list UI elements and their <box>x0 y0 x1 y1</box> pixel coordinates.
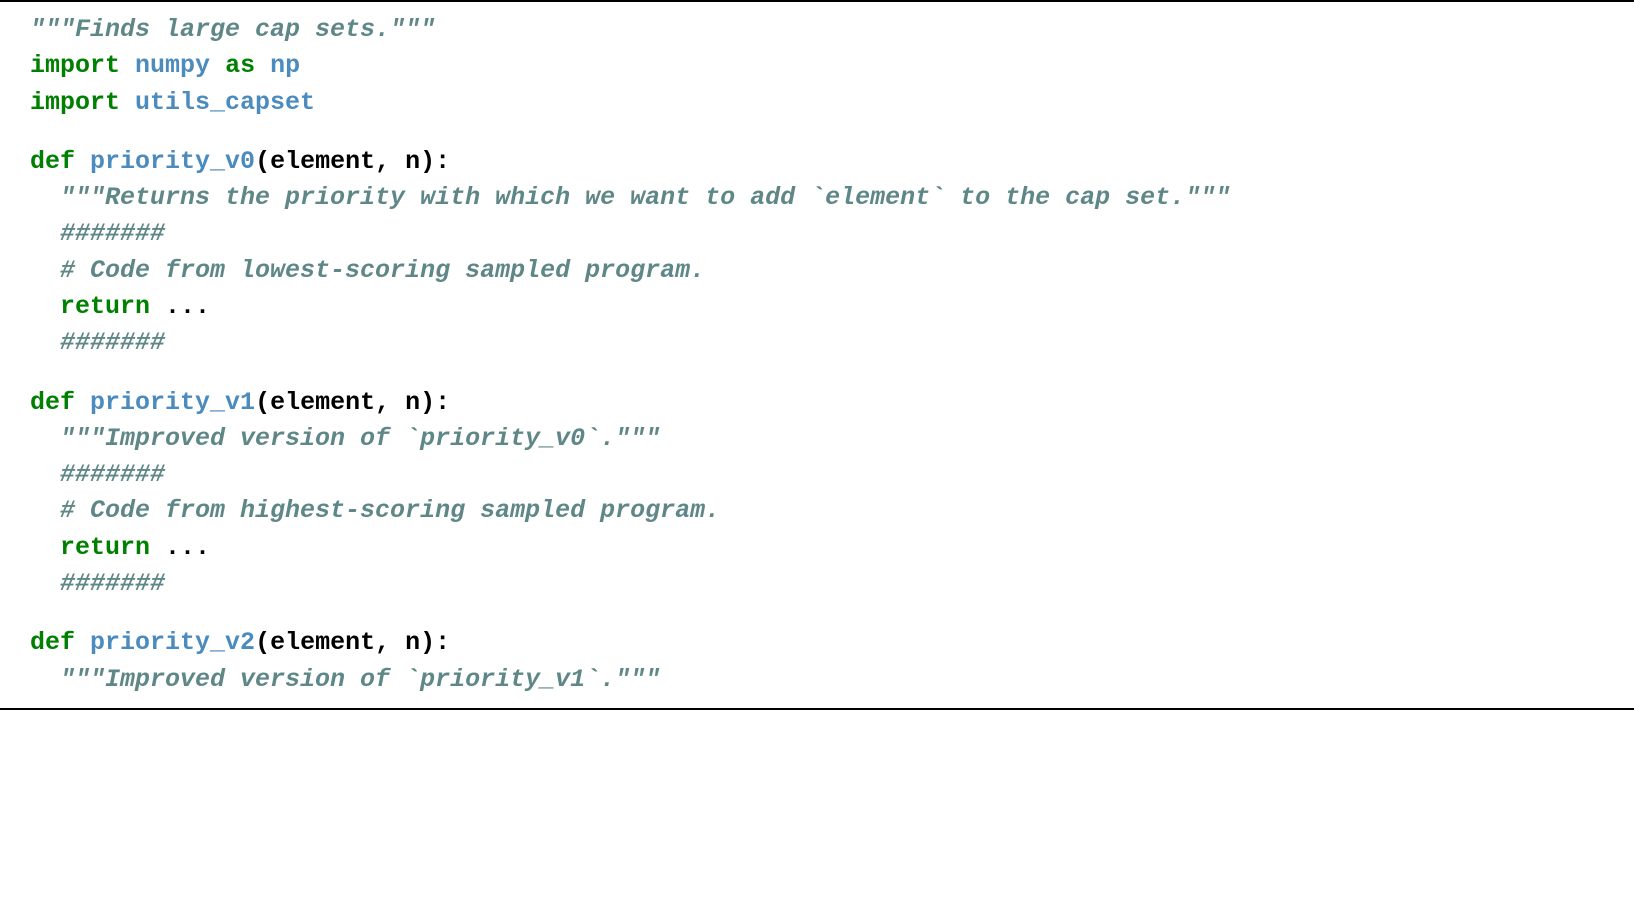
keyword-return: return <box>60 292 150 321</box>
code-line: ####### <box>30 457 1604 493</box>
code-line: return ... <box>30 289 1604 325</box>
indent <box>30 533 60 562</box>
keyword-as: as <box>225 51 255 80</box>
module-name: utils_capset <box>135 88 315 117</box>
keyword-import: import <box>30 88 120 117</box>
docstring: """Improved version of `priority_v1`.""" <box>30 665 660 694</box>
code-line: return ... <box>30 530 1604 566</box>
comment: # Code from highest-scoring sampled prog… <box>30 496 720 525</box>
blank-line <box>30 361 1604 384</box>
comment: ####### <box>30 219 165 248</box>
function-name: priority_v0 <box>90 147 255 176</box>
blank-line <box>30 602 1604 625</box>
code-line: """Improved version of `priority_v1`.""" <box>30 662 1604 698</box>
keyword-import: import <box>30 51 120 80</box>
code-line: import numpy as np <box>30 48 1604 84</box>
module-alias: np <box>270 51 300 80</box>
function-name: priority_v1 <box>90 388 255 417</box>
code-line: ####### <box>30 325 1604 361</box>
code-line: def priority_v0(element, n): <box>30 144 1604 180</box>
return-value: ... <box>150 533 210 562</box>
keyword-def: def <box>30 388 75 417</box>
function-name: priority_v2 <box>90 628 255 657</box>
return-value: ... <box>150 292 210 321</box>
docstring: """Returns the priority with which we wa… <box>30 183 1230 212</box>
comment: ####### <box>30 569 165 598</box>
comment: # Code from lowest-scoring sampled progr… <box>30 256 705 285</box>
function-args: (element, n): <box>255 147 450 176</box>
keyword-def: def <box>30 628 75 657</box>
code-line: def priority_v1(element, n): <box>30 385 1604 421</box>
indent <box>30 292 60 321</box>
docstring: """Finds large cap sets.""" <box>30 15 435 44</box>
keyword-return: return <box>60 533 150 562</box>
code-line: ####### <box>30 216 1604 252</box>
code-line: import utils_capset <box>30 85 1604 121</box>
code-line: # Code from lowest-scoring sampled progr… <box>30 253 1604 289</box>
code-line: ####### <box>30 566 1604 602</box>
function-args: (element, n): <box>255 388 450 417</box>
code-line: def priority_v2(element, n): <box>30 625 1604 661</box>
code-block: """Finds large cap sets.""" import numpy … <box>0 0 1634 710</box>
code-line: """Finds large cap sets.""" <box>30 12 1604 48</box>
code-line: # Code from highest-scoring sampled prog… <box>30 493 1604 529</box>
docstring: """Improved version of `priority_v0`.""" <box>30 424 660 453</box>
module-name: numpy <box>135 51 210 80</box>
keyword-def: def <box>30 147 75 176</box>
comment: ####### <box>30 328 165 357</box>
function-args: (element, n): <box>255 628 450 657</box>
comment: ####### <box>30 460 165 489</box>
code-line: """Improved version of `priority_v0`.""" <box>30 421 1604 457</box>
code-line: """Returns the priority with which we wa… <box>30 180 1604 216</box>
blank-line <box>30 121 1604 144</box>
